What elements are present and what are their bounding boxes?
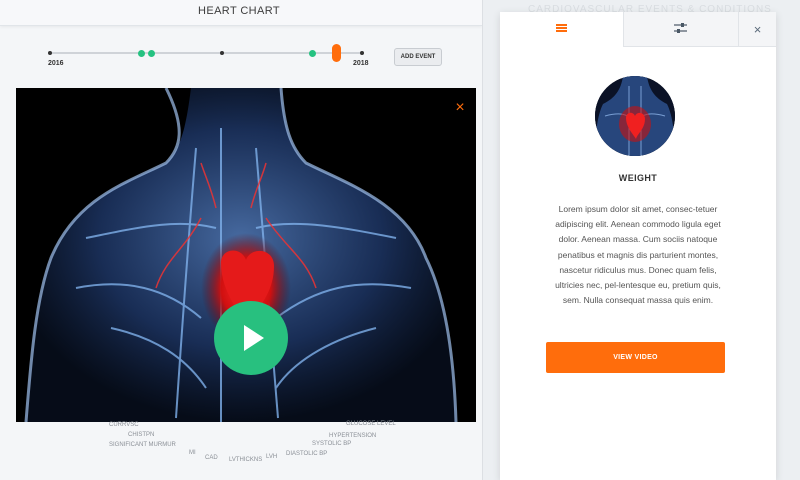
timeline-tick (360, 51, 364, 55)
condition-label: SIGNIFICANT MURMUR (109, 442, 176, 448)
timeline-tick (220, 51, 224, 55)
close-icon[interactable]: × (452, 100, 468, 116)
condition-label: CAD (205, 455, 218, 461)
heart-chart-pane: HEART CHART 2016 2018 ADD EVENT × CURRVS… (0, 0, 482, 480)
tab-settings[interactable] (623, 12, 738, 47)
condition-label: LVH (266, 454, 278, 460)
sliders-icon (674, 23, 687, 33)
heart-thumbnail-icon (595, 76, 675, 156)
list-icon (556, 24, 567, 33)
timeline-event-marker[interactable] (148, 49, 155, 57)
detail-panel: × WEIGHT Lorem ipsum dolor sit amet, con… (500, 12, 776, 480)
panel-close-button[interactable]: × (738, 12, 776, 47)
condition-label: GLUCOSE LEVEL (346, 421, 396, 427)
condition-label: LVTHICKNS (229, 457, 263, 463)
condition-thumbnail (595, 76, 675, 156)
view-video-button[interactable]: VIEW VIDEO (546, 342, 725, 373)
detail-description: Lorem ipsum dolor sit amet, consec-tetue… (555, 204, 721, 306)
tab-list[interactable] (500, 12, 623, 47)
condition-label: MI (189, 450, 196, 456)
video-player[interactable] (16, 88, 476, 422)
play-icon (244, 325, 264, 351)
timeline-end-year: 2018 (353, 60, 369, 67)
play-button[interactable] (214, 301, 288, 375)
timeline-event-marker[interactable] (138, 49, 145, 57)
condition-label: SYSTOLIC BP (312, 441, 352, 447)
timeline-event-marker[interactable] (309, 49, 316, 57)
condition-label: DIASTOLIC BP (286, 451, 328, 457)
detail-title: WEIGHT (618, 173, 658, 183)
condition-label: HYPERTENSION (329, 433, 377, 439)
timeline-tick (48, 51, 52, 55)
timeline-start-year: 2016 (48, 60, 64, 67)
app-header: HEART CHART (0, 0, 482, 26)
panel-tabbar: × (500, 12, 776, 47)
add-event-button[interactable]: ADD EVENT (394, 48, 442, 66)
timeline-track[interactable] (48, 44, 364, 62)
timeline-handle[interactable] (332, 44, 341, 62)
condition-label: CHISTPN (128, 432, 155, 438)
condition-labels: CURRVSC CHISTPN SIGNIFICANT MURMUR MI CA… (100, 421, 410, 472)
page-title: HEART CHART (197, 5, 281, 17)
condition-label: CURRVSC (109, 422, 139, 428)
